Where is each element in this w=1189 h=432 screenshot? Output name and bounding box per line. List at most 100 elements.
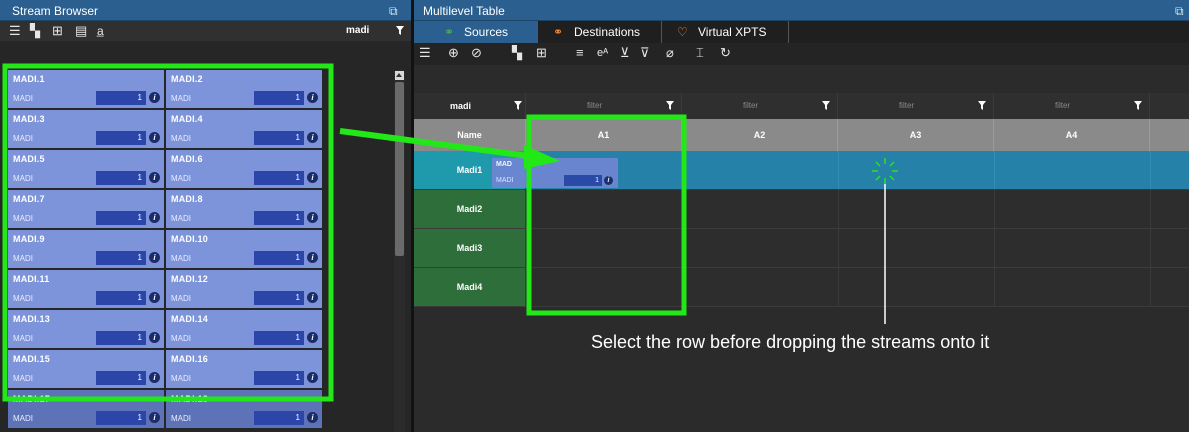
info-icon[interactable]: i — [307, 172, 318, 183]
stream-channel-field[interactable]: 1 — [254, 131, 304, 145]
stream-card[interactable]: MADI.12 MADI 1 i — [166, 270, 322, 308]
stream-card[interactable]: MADI.16 MADI 1 i — [166, 350, 322, 388]
large-tiles-icon[interactable]: ▚ — [30, 24, 40, 38]
stream-filter-input[interactable]: madi — [346, 25, 369, 36]
info-icon[interactable]: i — [149, 212, 160, 223]
tab-destinations[interactable]: ⚭ Destinations — [538, 21, 662, 43]
info-icon[interactable]: i — [149, 332, 160, 343]
list-view-icon[interactable]: ☰ — [9, 24, 21, 38]
stream-card[interactable]: MADI.8 MADI 1 i — [166, 190, 322, 228]
stream-channel-field[interactable]: 1 — [96, 211, 146, 225]
filter-icon[interactable] — [396, 26, 404, 35]
filter-placeholder[interactable]: filter — [838, 101, 975, 110]
stream-channel-field[interactable]: 1 — [254, 371, 304, 385]
column-header-a1[interactable]: A1 — [526, 119, 682, 151]
info-icon[interactable]: i — [149, 292, 160, 303]
filter-placeholder[interactable]: filter — [526, 101, 663, 110]
info-icon[interactable]: i — [307, 372, 318, 383]
filter-placeholder[interactable]: filter — [682, 101, 819, 110]
stream-card[interactable]: MADI.6 MADI 1 i — [166, 150, 322, 188]
filter-icon[interactable] — [1134, 101, 1142, 110]
stream-channel-field[interactable]: 1 — [96, 131, 146, 145]
filter-icon[interactable] — [514, 101, 522, 110]
tab-virtual-xpts[interactable]: ♡ Virtual XPTS — [662, 21, 789, 43]
info-icon[interactable]: i — [307, 292, 318, 303]
rows-icon[interactable]: ≡ — [576, 46, 584, 60]
stream-card[interactable]: MADI.11 MADI 1 i — [8, 270, 164, 308]
info-icon[interactable]: i — [149, 412, 160, 423]
info-icon[interactable]: i — [307, 252, 318, 263]
filter-options-icon[interactable]: ⊽ — [640, 46, 650, 60]
stream-card[interactable]: MADI.2 MADI 1 i — [166, 70, 322, 108]
delete-icon[interactable]: ⊘ — [471, 46, 482, 60]
stream-channel-field[interactable]: 1 — [254, 291, 304, 305]
small-tiles-icon[interactable]: ⊞ — [536, 46, 547, 60]
filter-cell-a4[interactable]: filter — [994, 93, 1150, 119]
info-icon[interactable]: i — [149, 372, 160, 383]
filter-value[interactable]: madi — [414, 101, 507, 111]
dragged-stream-card[interactable]: MAD MADI 1 i — [492, 158, 618, 188]
scroll-up-arrow-icon[interactable] — [395, 71, 404, 80]
table-row-madi2[interactable]: Madi2 — [414, 190, 1189, 229]
stream-card[interactable]: MADI.18 MADI 1 i — [166, 390, 322, 428]
list-view-icon[interactable]: ☰ — [419, 46, 431, 60]
stream-channel-field[interactable]: 1 — [96, 411, 146, 425]
info-icon[interactable]: i — [149, 132, 160, 143]
refresh-icon[interactable]: ↻ — [720, 46, 731, 60]
compact-view-icon[interactable]: ▤ — [75, 24, 87, 38]
stream-card[interactable]: MADI.14 MADI 1 i — [166, 310, 322, 348]
info-icon[interactable]: i — [149, 92, 160, 103]
small-tiles-icon[interactable]: ⊞ — [52, 24, 63, 38]
column-header-a2[interactable]: A2 — [682, 119, 838, 151]
row-name-cell[interactable]: Madi4 — [414, 268, 526, 306]
table-row-madi3[interactable]: Madi3 — [414, 229, 1189, 268]
stream-card[interactable]: MADI.4 MADI 1 i — [166, 110, 322, 148]
stream-card[interactable]: MADI.13 MADI 1 i — [8, 310, 164, 348]
info-icon[interactable]: i — [149, 172, 160, 183]
stream-card[interactable]: MADI.5 MADI 1 i — [8, 150, 164, 188]
info-icon[interactable]: i — [149, 252, 160, 263]
stream-channel-field[interactable]: 1 — [254, 251, 304, 265]
filter-icon[interactable] — [666, 101, 674, 110]
filter-placeholder[interactable]: filter — [994, 101, 1131, 110]
info-icon[interactable]: i — [307, 212, 318, 223]
columns-icon[interactable]: ⌶ — [696, 46, 704, 60]
stream-card[interactable]: MADI.17 MADI 1 i — [8, 390, 164, 428]
column-header-a4[interactable]: A4 — [994, 119, 1150, 151]
add-icon[interactable]: ⊕ — [448, 46, 459, 60]
large-tiles-icon[interactable]: ▚ — [512, 46, 522, 60]
info-icon[interactable]: i — [307, 92, 318, 103]
stream-channel-field[interactable]: 1 — [96, 251, 146, 265]
undock-icon[interactable]: ⧉ — [389, 4, 398, 19]
scrollbar-thumb[interactable] — [395, 82, 404, 256]
info-icon[interactable]: i — [307, 132, 318, 143]
tab-sources[interactable]: ⚭ Sources — [414, 21, 538, 43]
row-name-cell[interactable]: Madi2 — [414, 190, 526, 228]
filter-cell-a3[interactable]: filter — [838, 93, 994, 119]
sort-icon[interactable]: a̲ — [97, 24, 104, 38]
filter-cell-a1[interactable]: filter — [526, 93, 682, 119]
stream-channel-field[interactable]: 1 — [96, 371, 146, 385]
stream-channel-field[interactable]: 1 — [254, 331, 304, 345]
column-header-name[interactable]: Name — [414, 119, 526, 151]
stream-channel-field[interactable]: 1 — [96, 171, 146, 185]
stream-card[interactable]: MADI.1 MADI 1 i — [8, 70, 164, 108]
stream-channel-field[interactable]: 1 — [96, 291, 146, 305]
stream-card[interactable]: MADI.3 MADI 1 i — [8, 110, 164, 148]
table-row-madi4[interactable]: Madi4 — [414, 268, 1189, 307]
clear-filter-icon[interactable]: ⊻ — [620, 46, 630, 60]
filter-cell-a2[interactable]: filter — [682, 93, 838, 119]
undock-icon[interactable]: ⧉ — [1175, 4, 1184, 19]
filter-cell-name[interactable]: madi — [414, 93, 526, 119]
filter-icon[interactable] — [978, 101, 986, 110]
stream-channel-field[interactable]: 1 — [254, 91, 304, 105]
stream-browser-scrollbar[interactable] — [394, 70, 405, 432]
stream-card[interactable]: MADI.15 MADI 1 i — [8, 350, 164, 388]
stream-card[interactable]: MADI.9 MADI 1 i — [8, 230, 164, 268]
stream-card[interactable]: MADI.10 MADI 1 i — [166, 230, 322, 268]
stream-channel-field[interactable]: 1 — [254, 411, 304, 425]
row-name-cell[interactable]: Madi3 — [414, 229, 526, 267]
info-icon[interactable]: i — [307, 412, 318, 423]
filter-icon[interactable] — [822, 101, 830, 110]
stream-channel-field[interactable]: 1 — [254, 171, 304, 185]
